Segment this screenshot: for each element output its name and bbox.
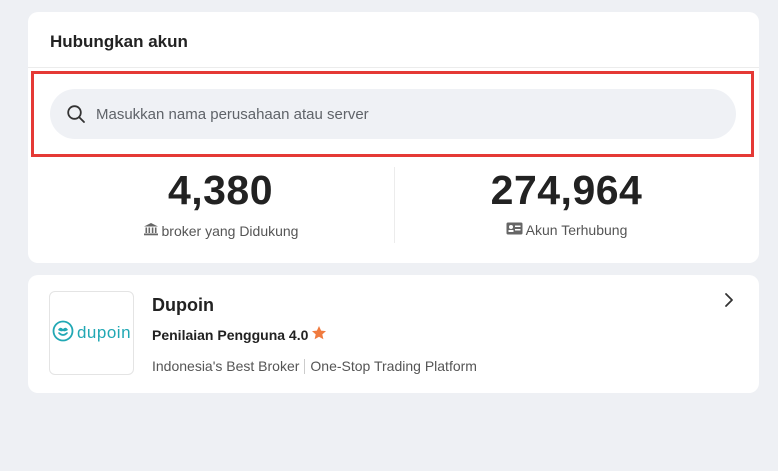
stat-value: 274,964: [490, 167, 643, 213]
chevron-right-icon[interactable]: [720, 291, 738, 309]
broker-card-dupoin[interactable]: dupoin Dupoin Penilaian Pengguna 4.0 Ind…: [28, 275, 759, 393]
search-icon: [66, 104, 86, 124]
broker-logo-text: dupoin: [76, 323, 132, 342]
rating-label: Penilaian Pengguna 4.0: [152, 326, 309, 343]
broker-tag: One-Stop Trading Platform: [310, 358, 477, 374]
broker-name: Dupoin: [152, 295, 214, 315]
bank-icon: [143, 222, 159, 239]
page-title: Hubungkan akun: [50, 32, 188, 51]
broker-logo: dupoin: [49, 291, 134, 375]
broker-rating: Penilaian Pengguna 4.0: [152, 325, 327, 344]
id-card-icon: [506, 222, 523, 238]
search-input[interactable]: [94, 104, 698, 124]
star-icon: [311, 325, 327, 344]
dupoin-logo-icon: [52, 320, 74, 347]
tag-divider: [304, 358, 306, 374]
broker-tag: Indonesia's Best Broker: [152, 358, 300, 374]
stat-label: broker yang Didukung: [161, 222, 299, 239]
stat-value: 4,380: [167, 167, 274, 213]
broker-tags: Indonesia's Best Broker One-Stop Trading…: [152, 358, 477, 374]
connect-account-card: Hubungkan akun 4,380 b: [28, 12, 759, 263]
search-bar[interactable]: [50, 89, 736, 139]
header-divider: [28, 67, 759, 68]
stat-label: Akun Terhubung: [525, 222, 628, 238]
connected-accounts-stat: 274,964 Akun Terhubung: [394, 162, 739, 238]
supported-brokers-stat: 4,380 broker yang Didukung: [48, 162, 393, 239]
